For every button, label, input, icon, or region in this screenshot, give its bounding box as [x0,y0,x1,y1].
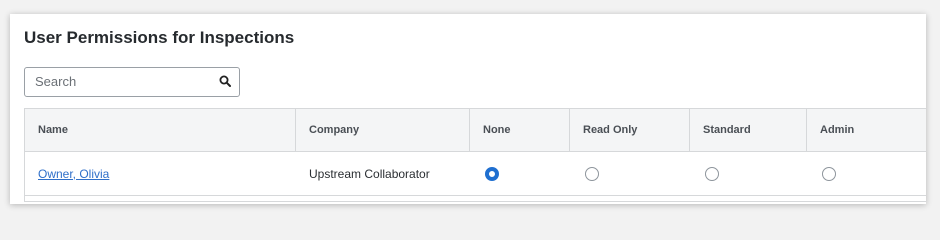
column-header-name[interactable]: Name [25,109,296,151]
search-input[interactable] [25,68,215,94]
admin-cell [807,152,926,195]
table-header: Name Company None Read Only Standard Adm… [25,109,926,152]
company-cell: Upstream Collaborator [309,166,430,181]
column-header-admin[interactable]: Admin [807,109,926,151]
user-name-link[interactable]: Owner, Olivia [38,167,109,181]
read-only-cell [570,152,690,195]
column-header-none[interactable]: None [470,109,570,151]
search-icon[interactable] [219,75,231,87]
permission-radio-read-only[interactable] [585,166,599,181]
name-cell: Owner, Olivia [25,152,296,195]
column-header-read-only[interactable]: Read Only [570,109,690,151]
permissions-card: User Permissions for Inspections Name Co… [10,14,926,204]
permission-radio-admin[interactable] [822,166,836,181]
permission-radio-none[interactable] [485,166,499,181]
search-box[interactable] [24,67,240,97]
column-header-company[interactable]: Company [296,109,470,151]
permissions-table: Name Company None Read Only Standard Adm… [24,108,926,202]
permission-radio-standard[interactable] [705,166,719,181]
column-header-standard[interactable]: Standard [690,109,807,151]
table-row: Owner, Olivia Upstream Collaborator [25,152,926,196]
page-title: User Permissions for Inspections [24,28,295,47]
standard-cell [690,152,807,195]
none-cell [470,152,570,195]
